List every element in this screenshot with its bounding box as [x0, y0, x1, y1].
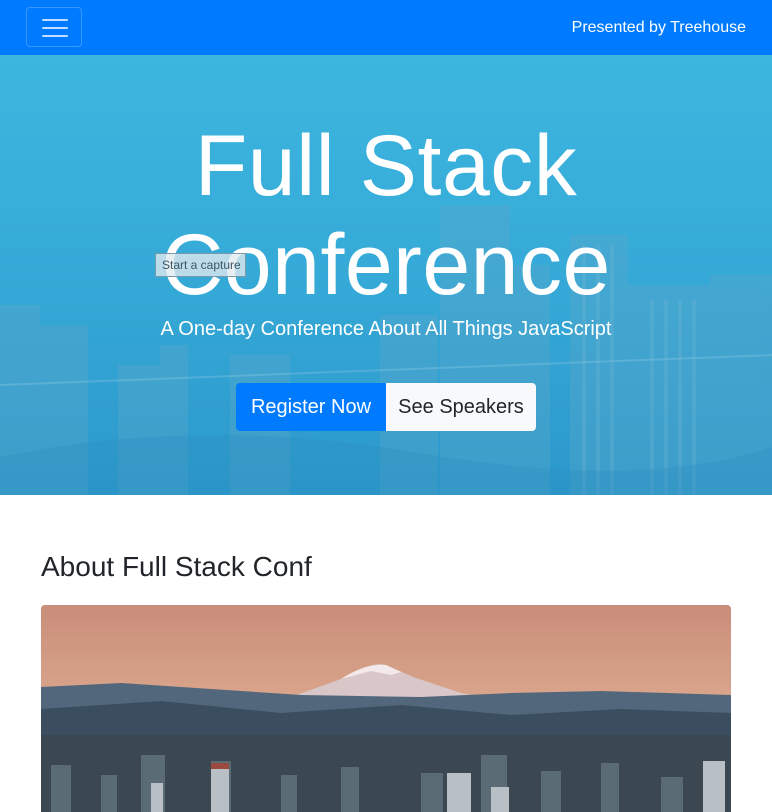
hero-title-line1: Full Stack: [194, 118, 578, 214]
start-capture-tooltip: Start a capture: [155, 253, 246, 277]
city-mountain-photo: [41, 605, 731, 812]
register-now-button[interactable]: Register Now: [236, 383, 386, 431]
presented-by-link[interactable]: Presented by Treehouse: [572, 17, 746, 39]
hamburger-menu-icon[interactable]: [26, 7, 82, 47]
about-city-image: [41, 605, 731, 812]
menu-bar: [42, 19, 68, 21]
hero-subtitle: A One-day Conference About All Things Ja…: [160, 318, 612, 340]
hero-title: Full Stack Conference: [0, 117, 772, 315]
see-speakers-button[interactable]: See Speakers: [386, 383, 536, 431]
menu-bar: [42, 35, 68, 37]
navbar: Presented by Treehouse: [0, 0, 772, 55]
menu-bar: [42, 27, 68, 29]
hero-section: Full Stack Conference A One-day Conferen…: [0, 55, 772, 495]
hero-button-group: Register Now See Speakers: [236, 383, 536, 431]
about-heading: About Full Stack Conf: [41, 551, 312, 582]
